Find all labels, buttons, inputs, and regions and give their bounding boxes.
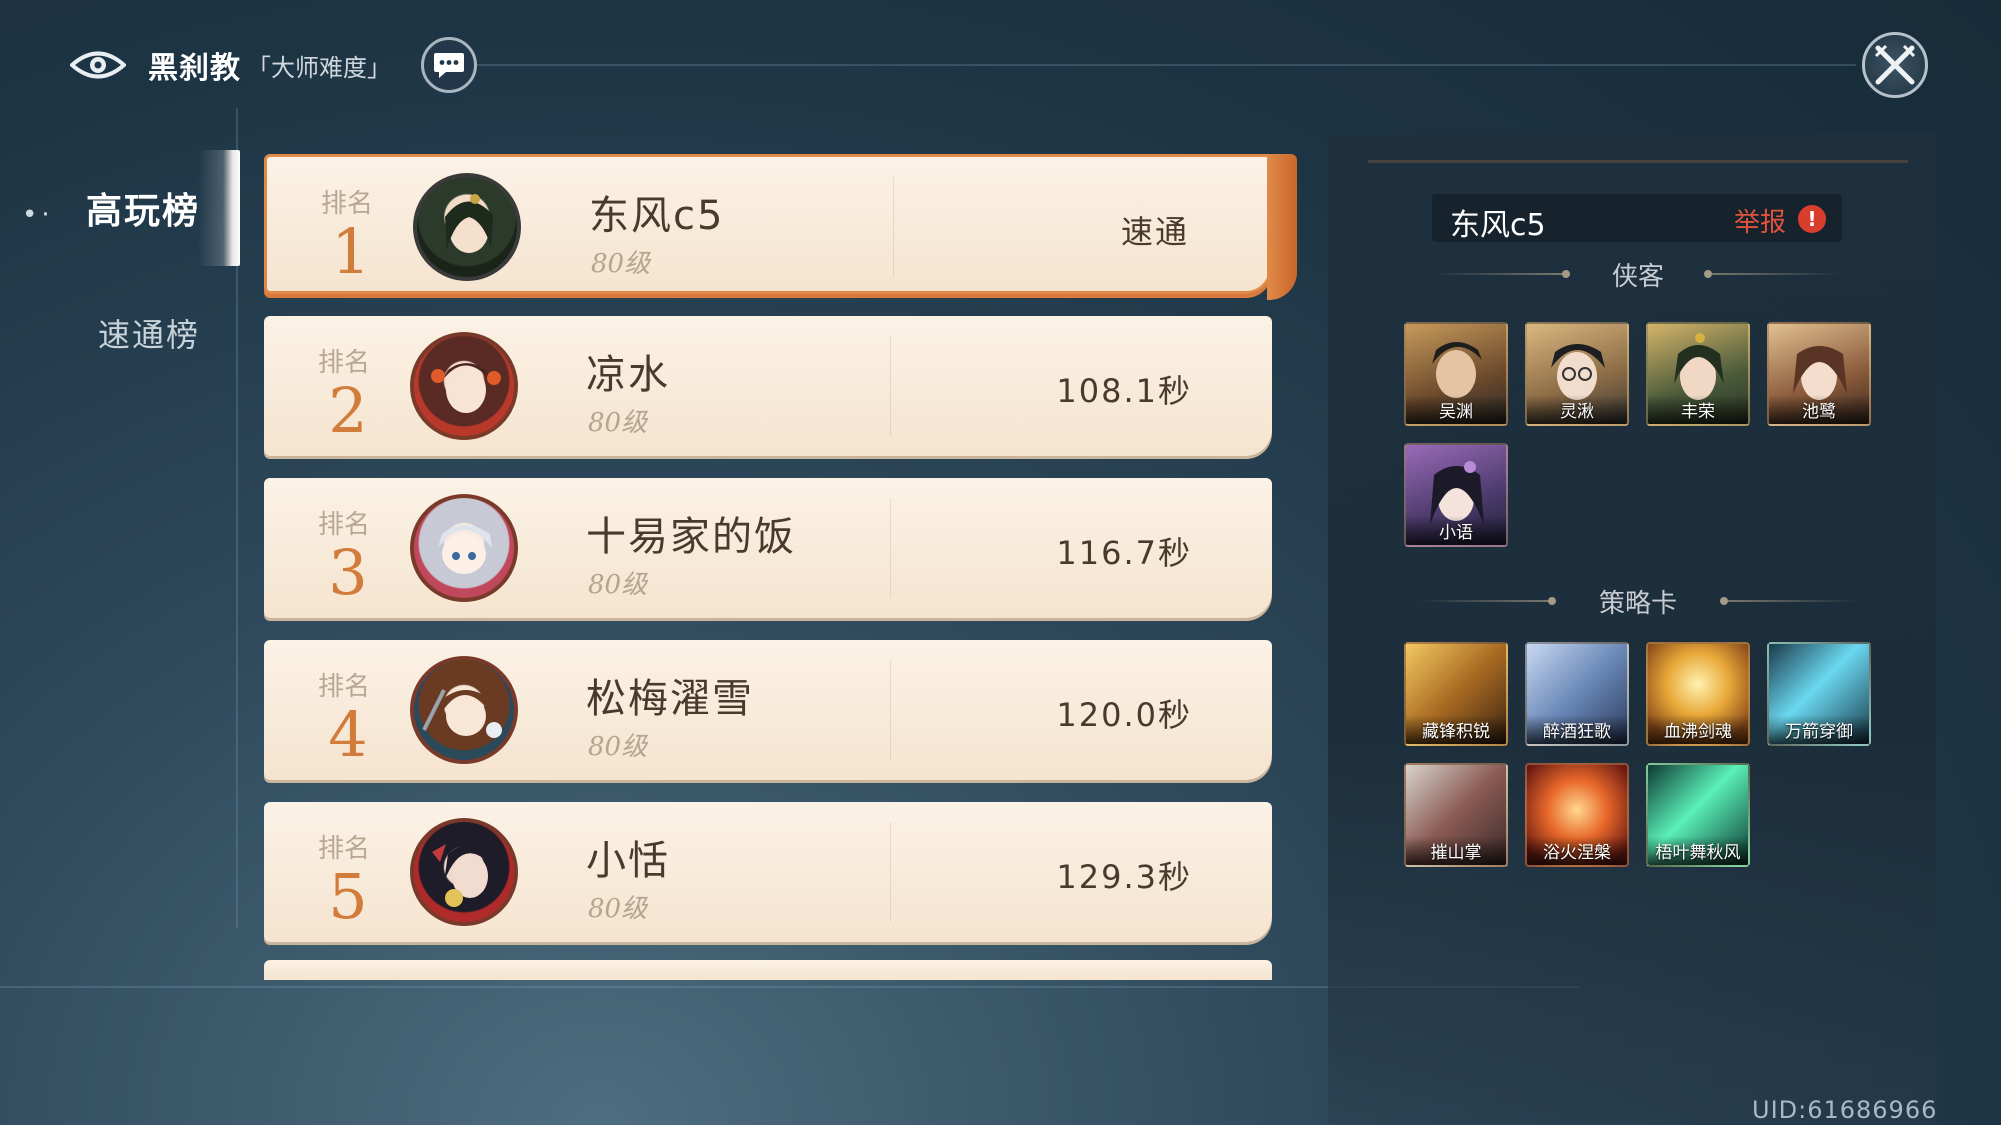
chat-button[interactable]: [421, 37, 477, 93]
player-avatar[interactable]: [410, 332, 518, 440]
uid-label: UID:61686966: [1752, 1096, 1938, 1124]
strategy-card[interactable]: 梧叶舞秋风: [1646, 763, 1750, 867]
clear-time: 108.1秒: [1056, 372, 1192, 410]
strategy-card[interactable]: 醉酒狂歌: [1525, 642, 1629, 746]
player-level: 80级: [588, 570, 648, 600]
player-name: 小恬: [586, 838, 670, 884]
ranking-row[interactable]: 排名 5 小恬 80级 129.3秒: [264, 802, 1272, 942]
strategy-card[interactable]: 万箭穿御: [1767, 642, 1871, 746]
ranking-row[interactable]: 排名 2 凉水 80级 108.1秒: [264, 316, 1272, 456]
avatar-portrait: [422, 689, 502, 738]
player-level: 80级: [588, 732, 648, 762]
hero-name: 吴渊: [1406, 395, 1506, 424]
rank-number: 5: [328, 860, 368, 933]
hero-card[interactable]: 灵湫: [1525, 322, 1629, 426]
tab-indicator-dots: •·: [22, 200, 54, 230]
row-divider: [890, 822, 891, 922]
card-name: 摧山掌: [1406, 836, 1506, 865]
player-avatar[interactable]: [410, 494, 518, 602]
strategy-card[interactable]: 血沸剑魂: [1646, 642, 1750, 746]
dungeon-name: 黑刹教: [148, 51, 241, 86]
player-level: 80级: [591, 249, 651, 279]
section-line: [1418, 600, 1548, 602]
tab-highlight-bar: [198, 150, 240, 266]
row-divider: [890, 660, 891, 760]
tab-speedrun[interactable]: 速通榜: [98, 310, 200, 356]
player-level: 80级: [588, 408, 648, 438]
hero-card[interactable]: 小语: [1404, 443, 1508, 547]
chat-bubble-icon: [434, 53, 464, 78]
clear-time: 116.7秒: [1056, 534, 1192, 572]
player-name: 松梅濯雪: [586, 676, 754, 722]
hero-card[interactable]: 丰荣: [1646, 322, 1750, 426]
crossed-swords-icon: [1874, 44, 1916, 85]
player-detail-panel: 东风c5 举报 ! 侠客 吴渊 灵湫 丰荣 池鹭 小语 策略卡 藏锋积锐 醉酒狂…: [1328, 134, 1936, 1124]
detail-player-name: 东风c5: [1450, 208, 1546, 243]
strategy-cards-title: 策略卡: [1598, 589, 1677, 619]
row-divider: [890, 336, 891, 436]
report-button[interactable]: 举报: [1734, 202, 1786, 239]
rank-number: 2: [328, 374, 368, 447]
tab-label: 高玩榜: [86, 191, 201, 232]
hero-name: 小语: [1406, 516, 1506, 545]
player-name: 十易家的饭: [586, 514, 796, 560]
rank-number: 3: [328, 536, 368, 609]
close-button[interactable]: [1862, 32, 1928, 98]
hero-card[interactable]: 池鹭: [1767, 322, 1871, 426]
avatar-portrait: [431, 363, 501, 413]
player-avatar[interactable]: [410, 818, 518, 926]
section-line: [1728, 600, 1858, 602]
hero-name: 池鹭: [1769, 395, 1869, 424]
heroes-title: 侠客: [1611, 262, 1664, 292]
clear-time: 129.3秒: [1056, 858, 1192, 896]
difficulty-label: 「大师难度」: [247, 53, 391, 82]
strategy-card[interactable]: 摧山掌: [1404, 763, 1508, 867]
hero-name: 灵湫: [1527, 395, 1627, 424]
row-divider: [893, 177, 894, 277]
eye-icon[interactable]: [70, 48, 126, 82]
section-dot: [1704, 270, 1712, 278]
card-name: 藏锋积锐: [1406, 715, 1506, 744]
ranking-row[interactable]: 排名 1 东风c5 80级 速通: [264, 154, 1297, 300]
card-name: 血沸剑魂: [1648, 715, 1748, 744]
strategy-card[interactable]: 浴火涅槃: [1525, 763, 1629, 867]
avatar-portrait: [432, 844, 492, 907]
header-line: [476, 64, 1856, 66]
player-avatar[interactable]: [410, 656, 518, 764]
avatar-portrait: [438, 525, 492, 574]
player-name: 东风c5: [589, 193, 725, 239]
player-name: 凉水: [586, 352, 670, 398]
clear-result: 速通: [1120, 213, 1189, 251]
alert-icon[interactable]: !: [1798, 205, 1826, 233]
section-dot: [1548, 597, 1556, 605]
strategy-card[interactable]: 藏锋积锐: [1404, 642, 1508, 746]
ranking-row[interactable]: 排名 4 松梅濯雪 80级 120.0秒: [264, 640, 1272, 780]
ranking-row-partial[interactable]: [264, 960, 1272, 980]
card-name: 梧叶舞秋风: [1648, 836, 1748, 865]
ranking-row[interactable]: 排名 3 十易家的饭 80级 116.7秒: [264, 478, 1272, 618]
panel-top-line: [1368, 160, 1908, 163]
row-divider: [890, 498, 891, 598]
section-line: [1712, 273, 1842, 275]
card-name: 万箭穿御: [1769, 715, 1869, 744]
player-info-bar: 东风c5 举报 !: [1432, 194, 1842, 243]
card-name: 醉酒狂歌: [1527, 715, 1627, 744]
header-bar: 黑刹教 「大师难度」: [70, 36, 477, 94]
tab-top-players[interactable]: •· 高玩榜: [22, 150, 240, 266]
section-line: [1432, 273, 1562, 275]
player-avatar[interactable]: [413, 173, 521, 281]
hero-card[interactable]: 吴渊: [1404, 322, 1508, 426]
avatar-portrait: [445, 194, 493, 253]
card-name: 浴火涅槃: [1527, 836, 1627, 865]
hero-name: 丰荣: [1648, 395, 1748, 424]
rank-number: 4: [328, 698, 368, 771]
rank-number: 1: [331, 215, 371, 288]
section-dot: [1562, 270, 1570, 278]
ranking-list[interactable]: 排名 1 东风c5 80级 速通 排名 2 凉水 80级 108.1秒 排名 3…: [264, 150, 1304, 980]
player-level: 80级: [588, 894, 648, 924]
section-dot: [1720, 597, 1728, 605]
clear-time: 120.0秒: [1056, 696, 1192, 734]
